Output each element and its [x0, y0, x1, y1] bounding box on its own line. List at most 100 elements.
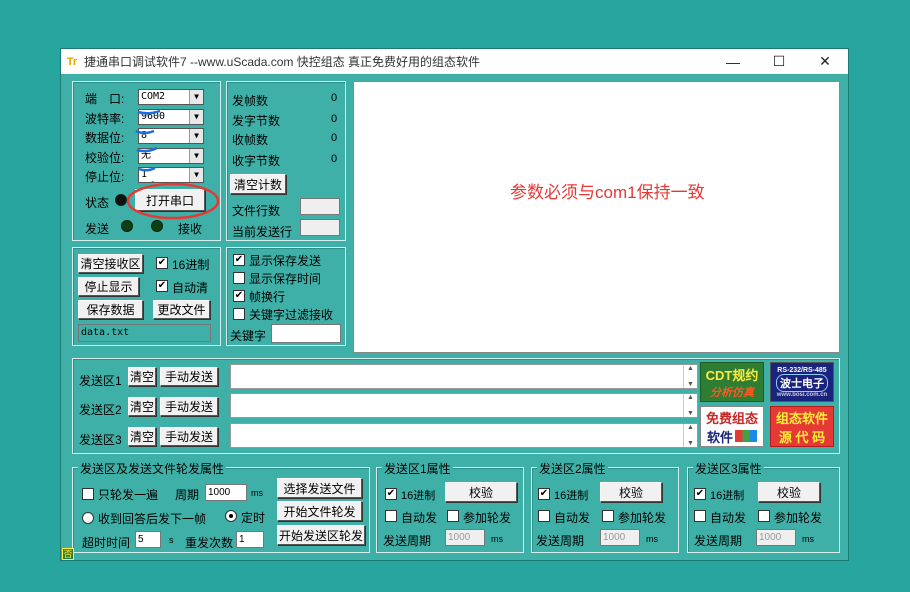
clear-count-button[interactable]: 清空计数: [230, 174, 286, 194]
area1-hex-checkbox[interactable]: ✔: [385, 488, 397, 500]
status-label: 状态: [85, 196, 110, 210]
title-bar[interactable]: Tr 捷通串口调试软件7 --www.uScada.com 快控组态 真正免费好…: [61, 49, 848, 74]
show-send-checkbox[interactable]: ✔: [233, 254, 245, 266]
frames-recv-label: 收帧数: [232, 133, 269, 147]
period-input[interactable]: 1000: [205, 484, 247, 501]
area2-hex-checkbox[interactable]: ✔: [538, 488, 550, 500]
auto-clear-label: 自动清: [172, 281, 209, 295]
timeout-label: 超时时间: [82, 536, 131, 550]
save-data-button[interactable]: 保存数据: [78, 300, 143, 319]
area2-properties-group: 发送区2属性 ✔ 16进制 校验 自动发 参加轮发 发送周期 1000 ms: [531, 460, 679, 553]
area3-auto-label: 自动发: [710, 511, 747, 525]
area1-join-checkbox[interactable]: [447, 510, 459, 522]
scrollbar[interactable]: ▲ ▼: [683, 365, 697, 388]
hex-display-checkbox[interactable]: ✔: [156, 257, 168, 269]
area2-join-checkbox[interactable]: [602, 510, 614, 522]
start-file-poll-button[interactable]: 开始文件轮发: [277, 501, 362, 521]
area1-properties-group: 发送区1属性 ✔ 16进制 校验 自动发 参加轮发 发送周期 1000 ms: [376, 460, 524, 553]
display-options-group: ✔ 显示保存发送 显示保存时间 ✔ 帧换行 关键字过滤接收 关键字: [226, 247, 346, 346]
send-area-1-clear-button[interactable]: 清空: [128, 367, 156, 386]
bytes-sent-label: 发字节数: [232, 114, 281, 128]
send-area-1-label: 发送区1: [79, 374, 122, 388]
show-time-checkbox[interactable]: [233, 272, 245, 284]
status-indicator-icon: 否: [62, 548, 74, 560]
annotation-text: 参数必须与com1保持一致: [510, 183, 705, 202]
scrollbar[interactable]: ▲ ▼: [683, 424, 697, 447]
area3-hex-checkbox[interactable]: ✔: [694, 488, 706, 500]
area3-period-label: 发送周期: [694, 534, 743, 548]
file-lines-field: [300, 198, 340, 215]
area1-auto-label: 自动发: [401, 511, 438, 525]
area2-check-button[interactable]: 校验: [600, 482, 662, 502]
send-area-3-manual-button[interactable]: 手动发送: [160, 427, 218, 446]
frames-recv-value: 0: [331, 132, 338, 144]
keyword-label: 关键字: [230, 329, 267, 343]
area3-auto-checkbox[interactable]: [694, 510, 706, 522]
area2-period-input[interactable]: 1000: [600, 529, 640, 546]
annotation-underlines: [135, 109, 161, 182]
color-bars-icon: [735, 430, 757, 442]
stop-display-button[interactable]: 停止显示: [78, 277, 139, 296]
area1-auto-checkbox[interactable]: [385, 510, 397, 522]
bytes-recv-value: 0: [331, 153, 338, 165]
auto-clear-checkbox[interactable]: ✔: [156, 280, 168, 292]
send-led-icon: [121, 220, 133, 232]
area2-period-label: 发送周期: [536, 534, 585, 548]
scrollbar[interactable]: ▲ ▼: [683, 394, 697, 417]
clear-receive-button[interactable]: 清空接收区: [78, 254, 143, 273]
bytes-recv-label: 收字节数: [232, 154, 281, 168]
area1-period-input[interactable]: 1000: [445, 529, 485, 546]
area2-period-unit: ms: [646, 534, 658, 544]
current-line-field: [300, 219, 340, 236]
bosi-logo[interactable]: RS-232/RS-485 波士电子 www.bosi.com.cn: [770, 362, 834, 402]
change-file-button[interactable]: 更改文件: [153, 300, 210, 319]
area1-properties-title: 发送区1属性: [382, 460, 453, 477]
timeout-input[interactable]: 5: [135, 531, 161, 548]
free-scada-logo[interactable]: 免费组态 软件: [700, 406, 764, 447]
repeat-label: 重发次数: [185, 536, 234, 550]
send-indicator-label: 发送: [85, 222, 110, 236]
close-button[interactable]: ✕: [802, 49, 848, 74]
keyword-filter-checkbox[interactable]: [233, 308, 245, 320]
area1-join-label: 参加轮发: [463, 511, 512, 525]
cdt-logo[interactable]: CDT规约 分析仿真: [700, 362, 764, 402]
app-icon: Tr: [66, 55, 78, 68]
area3-hex-label: 16进制: [710, 490, 745, 502]
filename-field: data.txt: [78, 324, 211, 342]
area2-auto-label: 自动发: [554, 511, 591, 525]
area1-check-button[interactable]: 校验: [445, 482, 517, 502]
area2-join-label: 参加轮发: [618, 511, 667, 525]
keyword-input[interactable]: [271, 324, 341, 343]
area2-hex-label: 16进制: [554, 490, 589, 502]
send-area-2-clear-button[interactable]: 清空: [128, 397, 156, 416]
area3-check-button[interactable]: 校验: [758, 482, 820, 502]
start-area-poll-button[interactable]: 开始发送区轮发: [277, 525, 365, 545]
send-area-2-input[interactable]: ▲ ▼: [230, 393, 698, 418]
area3-period-input[interactable]: 1000: [756, 529, 796, 546]
minimize-button[interactable]: —: [710, 49, 756, 74]
timed-radio[interactable]: [225, 510, 237, 522]
send-area-3-clear-button[interactable]: 清空: [128, 427, 156, 446]
send-area-3-input[interactable]: ▲ ▼: [230, 423, 698, 448]
maximize-button[interactable]: ☐: [756, 49, 802, 74]
on-reply-radio[interactable]: [82, 512, 94, 524]
show-time-label: 显示保存时间: [249, 272, 322, 286]
recv-led-icon: [151, 220, 163, 232]
source-code-logo[interactable]: 组态软件 源 代 码: [770, 406, 834, 447]
poll-group-title: 发送区及发送文件轮发属性: [78, 460, 227, 477]
window-title: 捷通串口调试软件7 --www.uScada.com 快控组态 真正免费好用的组…: [84, 55, 481, 69]
area3-join-checkbox[interactable]: [758, 510, 770, 522]
chevron-down-icon: ▼: [189, 149, 203, 163]
area3-period-unit: ms: [802, 534, 814, 544]
send-area-1-input[interactable]: ▲ ▼: [230, 364, 698, 389]
select-send-file-button[interactable]: 选择发送文件: [277, 478, 362, 498]
only-poll-once-checkbox[interactable]: [82, 488, 94, 500]
receive-options-group: 清空接收区 ✔ 16进制 停止显示 ✔ 自动清 保存数据 更改文件 data.t…: [72, 247, 221, 346]
chevron-down-icon: ▼: [189, 90, 203, 104]
area2-auto-checkbox[interactable]: [538, 510, 550, 522]
repeat-input[interactable]: 1: [236, 531, 264, 548]
receive-display[interactable]: 参数必须与com1保持一致: [353, 81, 840, 353]
frame-newline-checkbox[interactable]: ✔: [233, 290, 245, 302]
send-area-2-manual-button[interactable]: 手动发送: [160, 397, 218, 416]
send-area-1-manual-button[interactable]: 手动发送: [160, 367, 218, 386]
